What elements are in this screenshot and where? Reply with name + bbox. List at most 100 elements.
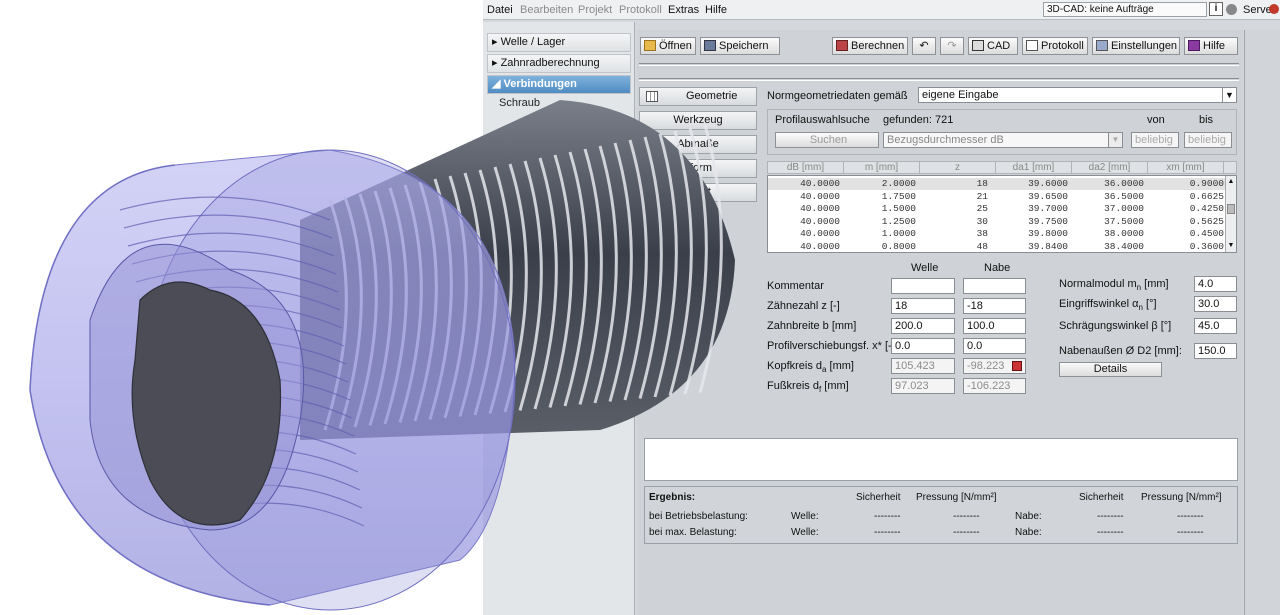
- scroll-up-icon[interactable]: ▲: [1226, 177, 1236, 187]
- document-icon: [1026, 40, 1038, 51]
- nabe-input[interactable]: 0.0: [963, 338, 1026, 354]
- tab-festigkeit[interactable]: igkeit: [639, 183, 757, 202]
- column-header[interactable]: z: [920, 162, 996, 174]
- disk-icon: [704, 40, 716, 51]
- chevron-down-icon[interactable]: ▼: [1108, 133, 1122, 147]
- tab-profilform[interactable]: nform: [639, 159, 757, 178]
- column-header[interactable]: dB [mm]: [768, 162, 844, 174]
- scroll-thumb[interactable]: [1227, 204, 1235, 214]
- table-cell: 36.0000: [1104, 178, 1144, 189]
- welle-input[interactable]: 18: [891, 298, 955, 314]
- welle-input[interactable]: 0.0: [891, 338, 955, 354]
- bore-opening: [89, 243, 305, 531]
- table-cell: 38.0000: [1104, 228, 1144, 239]
- table-row[interactable]: 40.0000 1.5000 25 39.7000 37.0000 0.4250: [768, 203, 1226, 215]
- param-input[interactable]: 150.0: [1194, 343, 1237, 359]
- calculate-button[interactable]: Berechnen: [832, 37, 908, 55]
- settings-button[interactable]: Einstellungen: [1092, 37, 1180, 55]
- profile-search-box: Profilauswahlsuche gefunden: 721 von bis…: [767, 109, 1237, 155]
- save-button[interactable]: Speichern: [700, 37, 780, 55]
- toolbar-separator: [639, 63, 1239, 66]
- chevron-down-icon[interactable]: ▼: [1222, 88, 1236, 102]
- table-cell: 1.5000: [881, 203, 916, 214]
- info-icon[interactable]: i: [1209, 2, 1223, 16]
- from-input[interactable]: beliebig: [1131, 132, 1179, 148]
- table-cell: 1.7500: [881, 190, 916, 202]
- param-label: Nabenaußen Ø D2 [mm]:: [1059, 345, 1182, 357]
- redo-button[interactable]: ↷: [940, 37, 964, 55]
- menu-extras[interactable]: Extras: [668, 4, 699, 16]
- server-status-icon: [1269, 4, 1279, 14]
- result-value: --------: [1097, 527, 1124, 538]
- menu-datei[interactable]: Datei: [487, 4, 513, 16]
- to-input[interactable]: beliebig: [1184, 132, 1232, 148]
- param-label: Zähnezahl z [-]: [767, 300, 840, 312]
- table-cell: 39.7500: [1028, 215, 1068, 227]
- table-row[interactable]: 40.0000 0.8000 48 39.8400 38.4000 0.3600: [768, 241, 1226, 253]
- column-header[interactable]: da1 [mm]: [996, 162, 1072, 174]
- result-part-label: Welle:: [791, 527, 819, 538]
- details-button[interactable]: Details: [1059, 362, 1162, 377]
- sidebar: ▸ Welle / Lager ▸ Zahnradberechnung ◢ Ve…: [483, 22, 635, 615]
- sidebar-subitem-schraub[interactable]: Schraub: [499, 97, 540, 109]
- table-row[interactable]: 40.0000 1.2500 30 39.7500 37.5000 0.5625: [768, 216, 1226, 228]
- help-button[interactable]: Hilfe: [1184, 37, 1238, 55]
- norm-label: Normgeometriedaten gemäß: [767, 90, 908, 102]
- result-part-label: Nabe:: [1015, 527, 1042, 538]
- table-cell: 1.0000: [881, 228, 916, 239]
- table-cell: 18: [976, 178, 988, 189]
- table-cell: 0.5625: [1189, 215, 1224, 227]
- sidebar-item-verbindungen[interactable]: ◢ Verbindungen: [487, 75, 631, 94]
- result-value: --------: [874, 527, 901, 538]
- welle-input[interactable]: 200.0: [891, 318, 955, 334]
- nabe-input[interactable]: -18: [963, 298, 1026, 314]
- table-cell: 0.4250: [1189, 203, 1224, 214]
- tab-geometrie[interactable]: Geometrie: [639, 87, 757, 106]
- undo-button[interactable]: ↶: [912, 37, 936, 55]
- cad-button[interactable]: CAD: [968, 37, 1018, 55]
- table-row[interactable]: 40.0000 2.0000 18 39.6000 36.0000 0.9000: [768, 178, 1226, 190]
- welle-input: 97.023: [891, 378, 955, 394]
- scroll-down-icon[interactable]: ▼: [1226, 241, 1236, 251]
- table-cell: 37.5000: [1104, 215, 1144, 227]
- sidebar-item-welle-lager[interactable]: ▸ Welle / Lager: [487, 33, 631, 52]
- menu-bearbeiten[interactable]: Bearbeiten: [520, 4, 573, 16]
- nabe-input[interactable]: 100.0: [963, 318, 1026, 334]
- table-cell: 1.2500: [881, 215, 916, 227]
- open-button[interactable]: Öffnen: [640, 37, 696, 55]
- results-title: Ergebnis:: [649, 492, 696, 503]
- table-cell: 39.8000: [1028, 228, 1068, 239]
- table-cell: 25: [976, 203, 988, 214]
- results-panel: Ergebnis: Sicherheit Pressung [N/mm²] Si…: [644, 486, 1238, 544]
- column-header[interactable]: da2 [mm]: [1072, 162, 1148, 174]
- column-header[interactable]: m [mm]: [844, 162, 920, 174]
- menu-protokoll[interactable]: Protokoll: [619, 4, 662, 16]
- settings-icon: [1096, 40, 1108, 51]
- sidebar-item-zahnradberechnung[interactable]: ▸ Zahnradberechnung: [487, 54, 631, 73]
- result-value: --------: [874, 511, 901, 522]
- norm-select[interactable]: eigene Eingabe ▼: [918, 87, 1237, 103]
- welle-input[interactable]: [891, 278, 955, 294]
- column-header[interactable]: xm [mm]: [1148, 162, 1224, 174]
- menu-projekt[interactable]: Projekt: [578, 4, 612, 16]
- lock-icon[interactable]: [1012, 361, 1022, 371]
- param-label: Zahnbreite b [mm]: [767, 320, 857, 332]
- safety-header-nabe: Sicherheit: [1079, 492, 1124, 503]
- table-cell: 39.6000: [1028, 178, 1068, 189]
- param-input[interactable]: 30.0: [1194, 296, 1237, 312]
- tab-abmasse[interactable]: Abmaße: [639, 135, 757, 154]
- param-input[interactable]: 45.0: [1194, 318, 1237, 334]
- tab-werkzeug[interactable]: Werkzeug: [639, 111, 757, 130]
- nabe-input[interactable]: [963, 278, 1026, 294]
- table-row[interactable]: 40.0000 1.7500 21 39.6500 36.5000 0.6625: [768, 191, 1226, 203]
- table-row[interactable]: 40.0000 1.0000 38 39.8000 38.0000 0.4500: [768, 228, 1226, 240]
- reference-select[interactable]: Bezugsdurchmesser dB ▼: [883, 132, 1123, 148]
- param-input[interactable]: 4.0: [1194, 276, 1237, 292]
- table-scrollbar[interactable]: ▲ ▼: [1225, 176, 1236, 252]
- search-button[interactable]: Suchen: [775, 132, 879, 148]
- menu-hilfe[interactable]: Hilfe: [705, 4, 727, 16]
- grid-icon: [646, 91, 658, 102]
- protocol-button[interactable]: Protokoll: [1022, 37, 1088, 55]
- safety-header-welle: Sicherheit: [856, 492, 901, 503]
- profile-table: 40.0000 2.0000 18 39.6000 36.0000 0.9000 40.00…: [767, 175, 1237, 253]
